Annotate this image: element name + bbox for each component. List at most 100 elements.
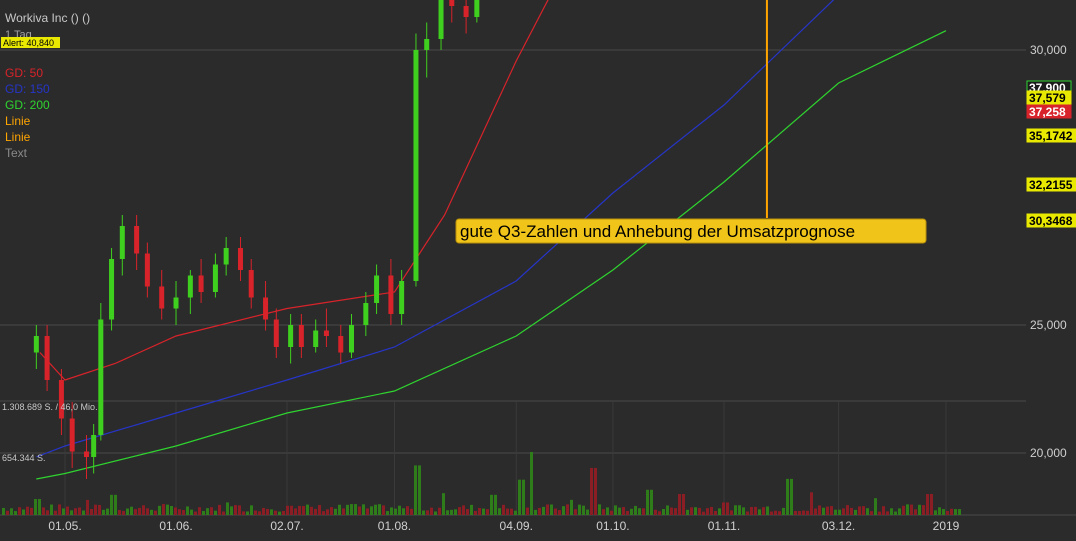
volume-bar [834, 509, 837, 515]
volume-bar [430, 507, 433, 515]
volume-bar [114, 494, 117, 515]
volume-mid-label: 654.344 S. [2, 453, 46, 463]
legend-gd200: GD: 200 [5, 98, 50, 112]
candle-body [248, 270, 254, 298]
volume-bar [286, 505, 289, 515]
volume-bar [474, 510, 477, 515]
volume-bar [70, 510, 73, 515]
volume-bar [338, 504, 341, 515]
volume-bar [126, 508, 129, 515]
volume-bar [694, 507, 697, 515]
volume-bar [738, 505, 741, 515]
volume-bar [534, 509, 537, 515]
volume-bar [14, 511, 17, 515]
volume-bar [878, 511, 881, 515]
volume-bar [910, 504, 913, 515]
volume-bar [18, 507, 21, 515]
volume-bar [166, 504, 169, 515]
legend-text: Text [5, 146, 28, 160]
volume-bar [782, 507, 785, 515]
volume-bar [434, 511, 437, 515]
volume-bar [930, 493, 933, 515]
x-tick-label: 2019 [933, 519, 960, 533]
x-tick-label: 04.09. [500, 519, 533, 533]
volume-bar [846, 505, 849, 515]
volume-bar [842, 508, 845, 515]
volume-bar [214, 510, 217, 515]
price-badge-label: 37,258 [1029, 105, 1066, 119]
volume-bar [450, 509, 453, 515]
volume-bar [666, 505, 669, 515]
volume-bar [234, 505, 237, 515]
volume-bar [42, 507, 45, 515]
volume-bar [914, 509, 917, 515]
volume-bar [30, 507, 33, 515]
annotation-callout: gute Q3-Zahlen und Anhebung der Umsatzpr… [455, 218, 927, 244]
candle-body [363, 303, 369, 325]
volume-bar [726, 502, 729, 515]
volume-bar [514, 510, 517, 515]
y-tick-label: 30,000 [1030, 43, 1067, 57]
candle-body [144, 253, 150, 287]
volume-bar [38, 499, 41, 515]
candle-body [438, 0, 444, 39]
volume-bar [698, 507, 701, 515]
candle-body [173, 297, 179, 309]
volume-bar [818, 505, 821, 515]
volume-bar [46, 510, 49, 515]
volume-bar [598, 504, 601, 515]
candle-body [159, 286, 165, 309]
volume-bar [870, 511, 873, 515]
volume-bar [222, 511, 225, 515]
volume-bar [742, 507, 745, 515]
volume-bar [470, 504, 473, 515]
volume-bar [682, 493, 685, 515]
x-tick-label: 01.08. [378, 519, 411, 533]
volume-bar [586, 509, 589, 515]
volume-bar [362, 504, 365, 515]
candle-body [134, 226, 140, 254]
volume-bar [466, 509, 469, 515]
volume-bar [618, 507, 621, 515]
volume-bar [958, 509, 961, 515]
volume-bar [622, 507, 625, 515]
volume-bar [830, 506, 833, 515]
candle-body [323, 330, 329, 336]
volume-bar [730, 510, 733, 515]
volume-bar [94, 504, 97, 515]
volume-bar [522, 479, 525, 515]
stock-chart: 40,00035,00030,00025,00020,00001.05.01.0… [0, 0, 1076, 541]
volume-bar [478, 507, 481, 515]
volume-bar [950, 508, 953, 515]
volume-bar [274, 510, 277, 515]
alert-label: Alert: 40,840 [3, 38, 54, 48]
volume-bar [50, 504, 53, 515]
volume-bar [686, 509, 689, 515]
volume-bar [750, 506, 753, 515]
volume-bar [506, 508, 509, 515]
volume-bar [918, 504, 921, 515]
legend-gd150: GD: 150 [5, 82, 50, 96]
volume-bar [226, 502, 229, 515]
volume-bar [6, 510, 9, 515]
price-badge-label: 35,1742 [1029, 129, 1073, 143]
volume-bar [718, 508, 721, 515]
volume-bar [786, 478, 789, 515]
candle-body [313, 330, 319, 347]
volume-bar [418, 465, 421, 515]
volume-bar [814, 508, 817, 515]
volume-bar [182, 510, 185, 515]
volume-bar [802, 510, 805, 515]
volume-bar [562, 506, 565, 515]
legend-linie-2: Linie [5, 130, 31, 144]
volume-bar [614, 505, 617, 515]
volume-bar [322, 511, 325, 515]
volume-bar [254, 510, 257, 515]
volume-bar [630, 508, 633, 515]
volume-bar [2, 507, 5, 515]
volume-bar [90, 508, 93, 515]
volume-bar [550, 504, 553, 515]
volume-bar [394, 508, 397, 515]
volume-bar [902, 505, 905, 515]
volume-bar [366, 508, 369, 515]
